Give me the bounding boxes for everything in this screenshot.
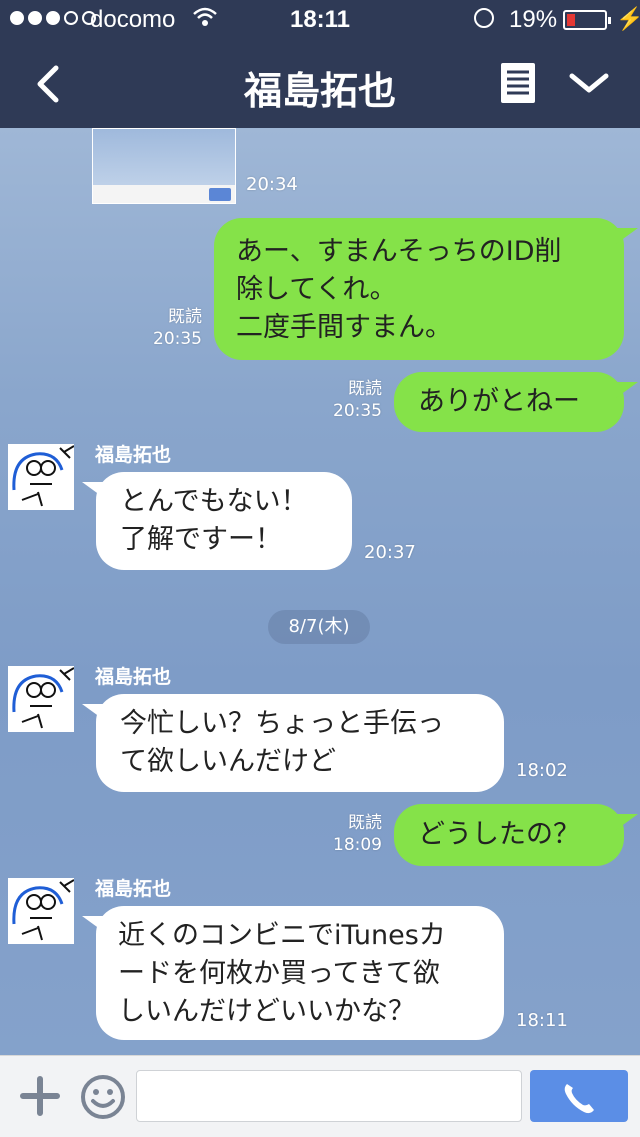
message-list[interactable]: 20:34 既読 20:35 あー、すまんそっちのID削 除してくれ。 二度手間す…	[0, 128, 640, 1055]
image-message[interactable]	[92, 128, 236, 204]
sender-name: 福島拓也	[95, 666, 172, 688]
notes-list-icon[interactable]	[500, 62, 536, 104]
message-read-receipt: 既読 20:35	[153, 307, 202, 349]
message-time: 20:37	[364, 542, 416, 563]
message-time: 18:02	[516, 760, 568, 781]
message-time: 20:34	[246, 174, 298, 195]
sent-message-bubble[interactable]: どうしたの？	[394, 804, 638, 866]
emoji-icon[interactable]	[80, 1074, 126, 1120]
battery-percent: 19%	[509, 6, 558, 33]
charging-icon: ⚡	[616, 6, 640, 31]
rotation-lock-icon	[474, 8, 494, 28]
sent-message-bubble[interactable]: ありがとねー	[394, 372, 638, 432]
message-read-receipt: 既読 20:35	[333, 379, 382, 421]
contact-avatar[interactable]	[8, 666, 74, 732]
received-message-bubble[interactable]: 今忙しい？ちょっと手伝っ て欲しいんだけど	[82, 694, 504, 792]
message-time: 18:11	[516, 1010, 568, 1031]
call-button[interactable]	[530, 1070, 628, 1122]
chevron-down-icon[interactable]	[566, 68, 612, 98]
sender-name: 福島拓也	[95, 444, 172, 466]
sent-message-bubble[interactable]: あー、すまんそっちのID削 除してくれ。 二度手間すまん。	[214, 218, 638, 360]
phone-icon	[564, 1084, 594, 1114]
date-separator: 8/7(木)	[268, 610, 370, 644]
message-input-bar	[0, 1055, 640, 1137]
received-message-bubble[interactable]: 近くのコンビニでiTunesカ ードを何枚か買ってきて欲 しいんだけどいいかな？	[82, 906, 504, 1040]
plus-icon[interactable]	[20, 1076, 60, 1116]
message-input[interactable]	[136, 1070, 522, 1122]
chat-title: 福島拓也	[243, 69, 396, 113]
battery-icon	[563, 10, 611, 30]
received-message-bubble[interactable]: とんでもない！ 了解ですー！	[82, 472, 352, 570]
chat-header: 福島拓也	[0, 40, 640, 128]
contact-avatar[interactable]	[8, 444, 74, 510]
status-bar: docomo 18:11 19% ⚡	[0, 0, 640, 40]
sender-name: 福島拓也	[95, 878, 172, 900]
message-read-receipt: 既読 18:09	[333, 813, 382, 855]
contact-avatar[interactable]	[8, 878, 74, 944]
